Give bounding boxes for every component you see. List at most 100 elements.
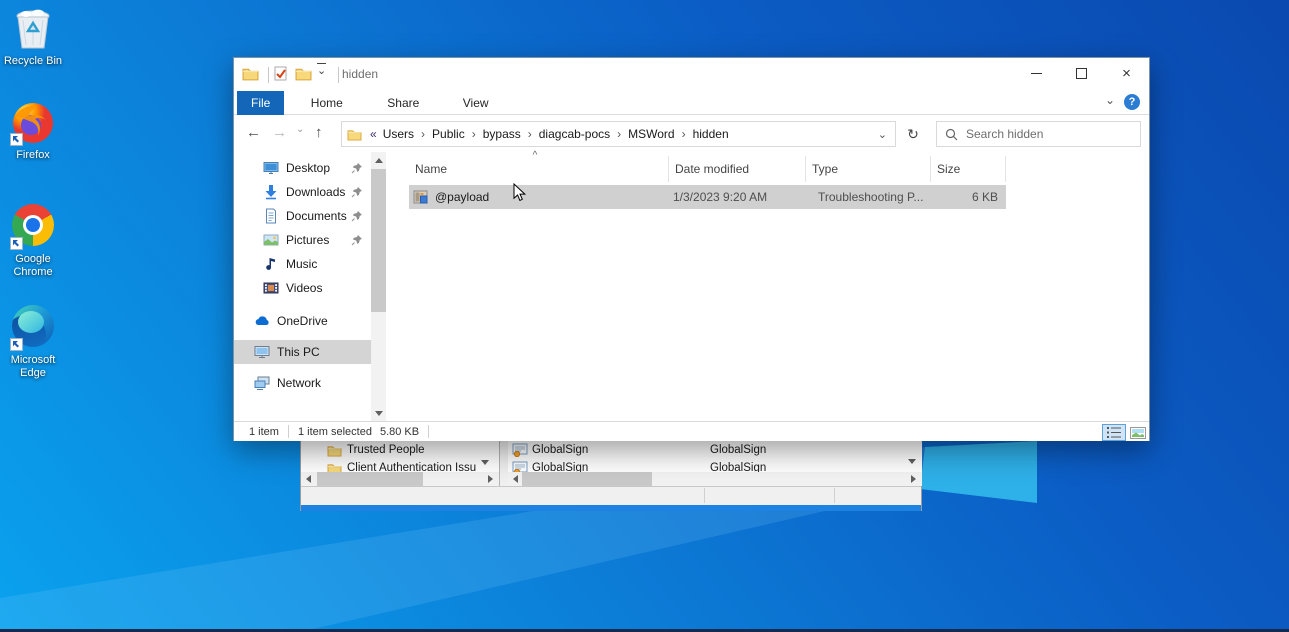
breadcrumb-hidden[interactable]: hidden bbox=[691, 127, 731, 141]
up-button[interactable]: ↑ bbox=[315, 124, 323, 141]
sidebar-item-onedrive[interactable]: OneDrive bbox=[234, 309, 371, 333]
breadcrumb-overflow-icon[interactable]: « bbox=[366, 127, 381, 141]
explorer-body: Desktop Downloads Documents Pictures Mus… bbox=[234, 150, 1149, 421]
pin-icon bbox=[351, 162, 365, 174]
minimize-button[interactable] bbox=[1014, 58, 1059, 89]
scroll-left-arrow[interactable] bbox=[301, 472, 315, 486]
scroll-left-arrow[interactable] bbox=[508, 472, 522, 486]
maximize-icon bbox=[1076, 68, 1087, 79]
horizontal-scrollbar[interactable] bbox=[508, 472, 922, 486]
address-folder-icon bbox=[347, 128, 362, 141]
recycle-bin-icon bbox=[10, 6, 56, 52]
forward-button[interactable]: → bbox=[272, 124, 287, 141]
music-icon bbox=[263, 256, 279, 272]
file-date-modified: 1/3/2023 9:20 AM bbox=[673, 190, 768, 204]
selection-count: 1 item selected bbox=[297, 425, 372, 438]
scroll-up-arrow[interactable] bbox=[371, 152, 386, 168]
sidebar-item-documents[interactable]: Documents bbox=[234, 204, 371, 228]
title-bar[interactable]: ⌄ hidden × bbox=[234, 58, 1149, 91]
breadcrumb-msword[interactable]: MSWord bbox=[626, 127, 676, 141]
cert-tree-pane: Trusted People Client Authentication Iss… bbox=[301, 441, 500, 486]
tab-view[interactable]: View bbox=[449, 91, 503, 115]
this-pc-icon bbox=[254, 344, 270, 360]
thumbnail-view-button[interactable] bbox=[1128, 424, 1148, 441]
details-view-button[interactable] bbox=[1102, 424, 1126, 441]
desktop: Recycle Bin Firefox Google Chrome Micros… bbox=[0, 0, 1289, 632]
qat-customize-dropdown[interactable]: ⌄ bbox=[317, 63, 327, 78]
sidebar-item-music[interactable]: Music bbox=[234, 252, 371, 276]
breadcrumb-separator-icon: › bbox=[617, 127, 622, 141]
tab-share[interactable]: Share bbox=[373, 91, 433, 115]
scrollbar-thumb[interactable] bbox=[522, 472, 652, 486]
troubleshooting-pack-icon bbox=[413, 189, 429, 205]
horizontal-scrollbar[interactable] bbox=[301, 472, 499, 486]
desktop-icon-edge[interactable]: Microsoft Edge bbox=[1, 303, 65, 380]
desktop-icon-firefox[interactable]: Firefox bbox=[1, 100, 65, 162]
breadcrumb-public[interactable]: Public bbox=[430, 127, 467, 141]
scroll-right-arrow[interactable] bbox=[906, 472, 920, 486]
desktop-icon-label: Firefox bbox=[16, 149, 50, 161]
shortcut-arrow-icon bbox=[10, 338, 23, 351]
back-button[interactable]: ← bbox=[246, 124, 261, 141]
breadcrumb-bypass[interactable]: bypass bbox=[481, 127, 523, 141]
videos-icon bbox=[263, 280, 279, 296]
new-folder-button[interactable] bbox=[295, 66, 312, 81]
properties-button[interactable] bbox=[273, 65, 289, 82]
desktop-icon-chrome[interactable]: Google Chrome bbox=[1, 202, 65, 279]
scroll-down-arrow[interactable] bbox=[904, 451, 920, 471]
maximize-button[interactable] bbox=[1059, 58, 1104, 89]
desktop-icon-label: Recycle Bin bbox=[3, 55, 63, 67]
ribbon-tabs: File Home Share View ⌄ ? bbox=[234, 91, 1149, 115]
status-bar: 1 item 1 item selected 5.80 KB bbox=[234, 421, 1149, 441]
address-dropdown-chevron-icon[interactable]: ⌄ bbox=[878, 128, 895, 141]
cert-row[interactable]: GlobalSign GlobalSign bbox=[508, 441, 922, 459]
expand-ribbon-chevron-icon[interactable]: ⌄ bbox=[1105, 93, 1115, 107]
desktop-icon-label: Microsoft Edge bbox=[10, 354, 56, 379]
cert-list-pane: GlobalSign GlobalSign GlobalSign GlobalS… bbox=[508, 441, 922, 486]
sidebar-item-pictures[interactable]: Pictures bbox=[234, 228, 371, 252]
search-icon bbox=[945, 128, 958, 141]
refresh-button[interactable]: ↻ bbox=[900, 121, 926, 147]
file-size: 6 KB bbox=[971, 190, 998, 204]
folder-icon bbox=[327, 444, 342, 457]
sidebar-item-network[interactable]: Network bbox=[234, 371, 371, 395]
desktop-icon-recycle-bin[interactable]: Recycle Bin bbox=[1, 6, 65, 68]
sidebar-item-downloads[interactable]: Downloads bbox=[234, 180, 371, 204]
scroll-down-arrow[interactable] bbox=[477, 453, 493, 471]
breadcrumb-diagcab-pocs[interactable]: diagcab-pocs bbox=[537, 127, 612, 141]
tab-file[interactable]: File bbox=[237, 91, 285, 115]
pictures-icon bbox=[263, 232, 279, 248]
recent-locations-chevron-icon[interactable]: ⌄ bbox=[296, 124, 304, 135]
search-box[interactable] bbox=[936, 121, 1141, 147]
scroll-right-arrow[interactable] bbox=[483, 472, 497, 486]
search-input[interactable] bbox=[964, 126, 1140, 142]
breadcrumb-separator-icon: › bbox=[421, 127, 426, 141]
help-icon[interactable]: ? bbox=[1124, 94, 1140, 110]
selection-size: 5.80 KB bbox=[379, 425, 420, 438]
sidebar-item-videos[interactable]: Videos bbox=[234, 276, 371, 300]
window-title: hidden bbox=[342, 67, 379, 81]
column-header-name[interactable]: Name bbox=[409, 156, 669, 182]
tab-home[interactable]: Home bbox=[297, 91, 357, 115]
close-button[interactable]: × bbox=[1104, 58, 1149, 89]
scroll-down-arrow[interactable] bbox=[371, 405, 386, 421]
sidebar-scrollbar[interactable] bbox=[371, 152, 386, 421]
column-header-date-modified[interactable]: Date modified bbox=[669, 156, 806, 182]
status-divider bbox=[704, 488, 705, 503]
onedrive-icon bbox=[254, 313, 270, 329]
scrollbar-thumb[interactable] bbox=[371, 169, 386, 312]
column-header-size[interactable]: Size bbox=[931, 156, 1006, 182]
file-row-payload[interactable]: @payload 1/3/2023 9:20 AM Troubleshootin… bbox=[409, 185, 1006, 209]
desktop-icon bbox=[263, 160, 279, 176]
certificate-manager-window: Trusted People Client Authentication Iss… bbox=[300, 441, 922, 511]
breadcrumb-users[interactable]: Users bbox=[381, 127, 416, 141]
chrome-icon bbox=[10, 204, 56, 250]
sidebar-item-this-pc[interactable]: This PC bbox=[234, 340, 371, 364]
network-icon bbox=[254, 375, 270, 391]
scrollbar-thumb[interactable] bbox=[317, 472, 423, 486]
address-bar[interactable]: « Users › Public › bypass › diagcab-pocs… bbox=[341, 121, 896, 147]
sidebar-item-desktop[interactable]: Desktop bbox=[234, 156, 371, 180]
column-header-type[interactable]: Type bbox=[806, 156, 931, 182]
file-explorer-window: ⌄ hidden × File Home Share View ⌄ ? ← → … bbox=[233, 57, 1150, 441]
cert-tree-item[interactable]: Trusted People bbox=[301, 441, 499, 459]
